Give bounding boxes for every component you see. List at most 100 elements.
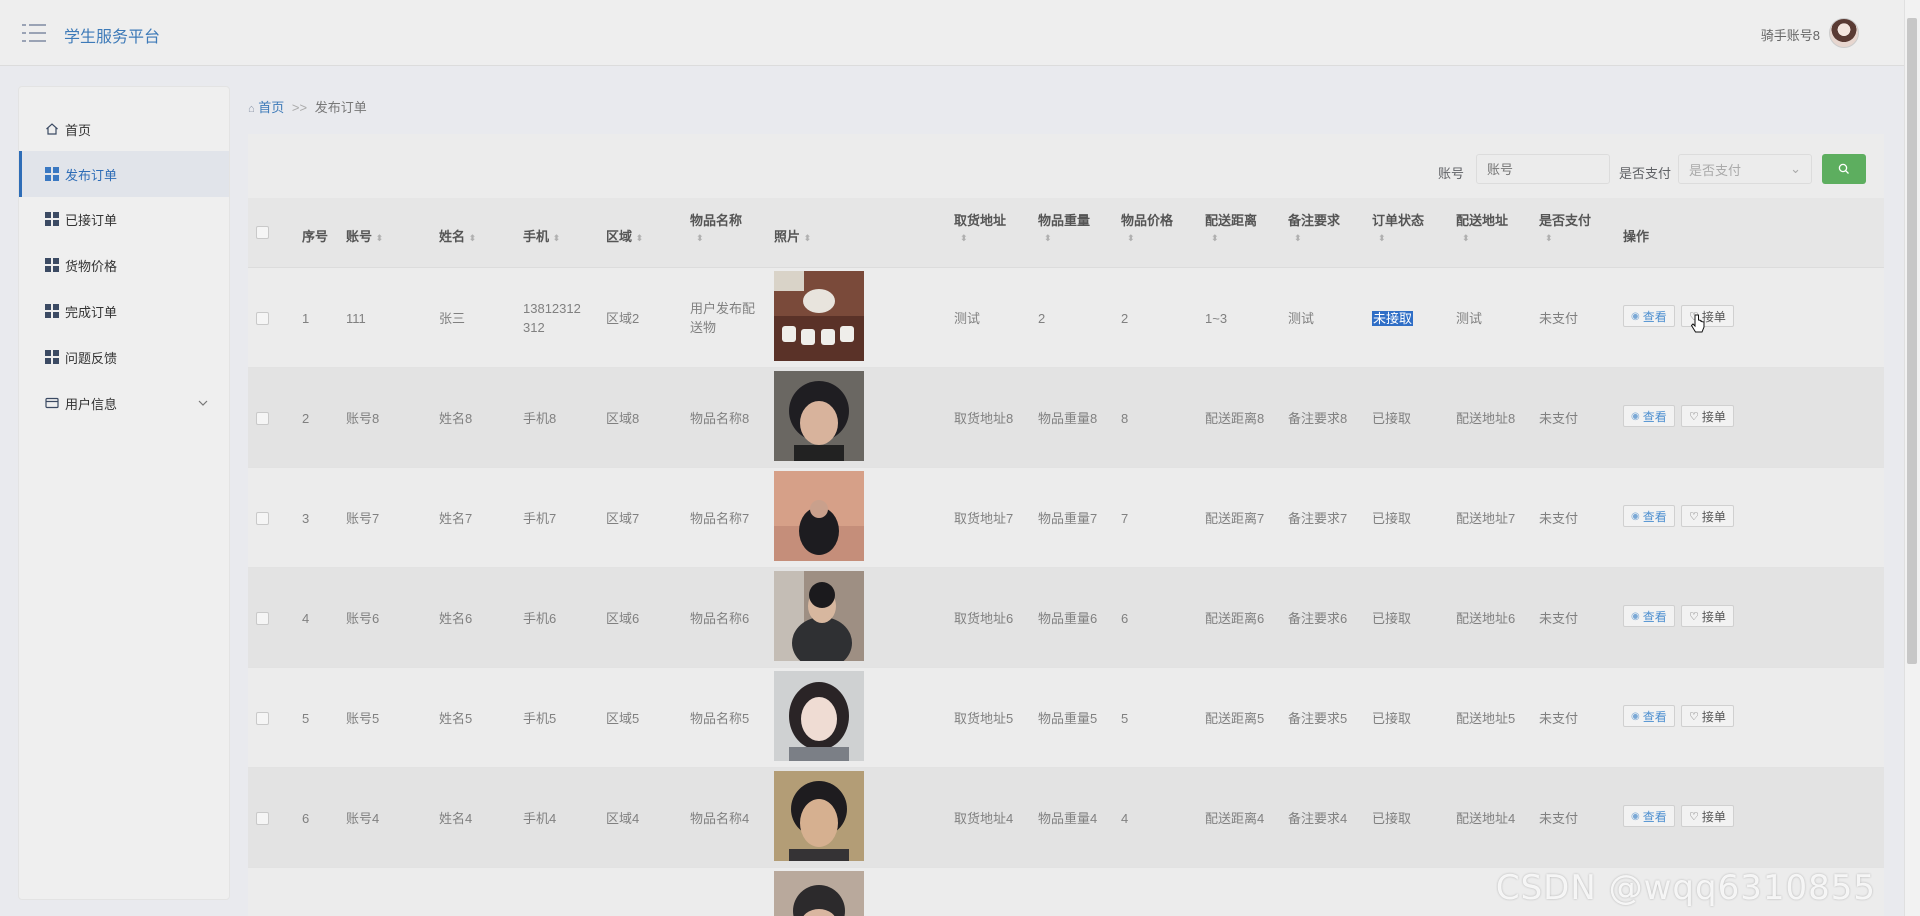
cell-pickup-address: 取货地址6 [954,611,1014,626]
paid-filter-select[interactable]: 是否支付 ⌄ [1678,154,1812,184]
cell-price: 5 [1121,711,1129,726]
sidebar-item-home[interactable]: 首页 [19,107,229,151]
take-order-button[interactable]: ♡ 接单 [1681,605,1734,627]
column-header-phone[interactable]: 手机 ⬍ [523,226,560,245]
table-row: 1 111 张三 13812312312 区域2 用户发布配送物 测试 2 2 1~3 测试 未接取测… [248,268,1884,368]
cell-name: 张三 [439,311,466,326]
column-header-region[interactable]: 区域 ⬍ [606,226,643,245]
cell-region: 区域8 [606,411,640,426]
item-photo[interactable] [774,271,864,361]
row-checkbox[interactable] [256,712,269,725]
column-header-name[interactable]: 姓名 ⬍ [439,226,476,245]
item-photo[interactable] [774,871,864,916]
column-header-address[interactable]: 配送地址 ⬍ [1456,210,1508,244]
sort-icon: ⬍ [1127,233,1135,243]
cell-index: 2 [302,411,310,426]
cell-remark: 备注要求8 [1288,411,1348,426]
cell-phone: 13812312312 [523,301,581,335]
sidebar-item-accepted-orders[interactable]: 已接订单 [19,197,229,241]
search-button[interactable] [1822,154,1866,184]
sidebar-item-publish-order[interactable]: 发布订单 [19,151,229,197]
sort-icon: ⬍ [803,233,812,243]
row-checkbox[interactable] [256,512,269,525]
column-header-pickup[interactable]: 取货地址 ⬍ [954,210,1006,244]
item-photo[interactable] [774,571,864,661]
cell-pickup-address: 取货地址5 [954,711,1014,726]
view-button[interactable]: ◉ 查看 [1623,405,1675,427]
cell-distance: 配送距离4 [1205,811,1265,826]
column-header-paid[interactable]: 是否支付 ⬍ [1539,210,1591,244]
select-all-checkbox[interactable] [256,226,269,239]
sidebar: 首页 发布订单 已接订单 货物价格 完成订单 问题反馈 用户信息 [18,86,230,900]
take-order-button[interactable]: ♡ 接单 [1681,705,1734,727]
sort-icon: ⬍ [1545,233,1553,243]
column-header-photo[interactable]: 照片 ⬍ [774,226,811,245]
item-photo[interactable] [774,771,864,861]
grid-icon [45,212,59,226]
cell-order-status: 已接取 [1372,509,1411,528]
take-order-button[interactable]: ♡ 接单 [1681,805,1734,827]
item-photo[interactable] [774,471,864,561]
take-order-button[interactable]: ♡ 接单 [1681,405,1734,427]
home-icon: ⌂ [248,103,255,115]
item-photo[interactable] [774,671,864,761]
page-scrollbar[interactable] [1904,0,1920,916]
user-name[interactable]: 骑手账号8 [1761,25,1820,44]
cell-account: 账号5 [346,711,380,726]
cell-item-name: 用户发布配送物 [690,301,756,335]
sort-icon: ⬍ [1044,233,1052,243]
grid-icon [45,258,59,272]
cell-phone: 手机4 [523,811,557,826]
column-header-distance[interactable]: 配送距离 ⬍ [1205,210,1257,244]
row-checkbox[interactable] [256,312,269,325]
cell-distance: 配送距离5 [1205,711,1265,726]
cell-index: 3 [302,511,310,526]
row-checkbox[interactable] [256,412,269,425]
view-button[interactable]: ◉ 查看 [1623,505,1675,527]
cell-price: 6 [1121,611,1129,626]
cell-price: 2 [1121,311,1129,326]
take-order-button[interactable]: ♡ 接单 [1681,305,1734,327]
item-photo[interactable] [774,371,864,461]
avatar[interactable] [1829,18,1859,48]
row-checkbox[interactable] [256,612,269,625]
sidebar-item-user-info[interactable]: 用户信息 [19,381,229,425]
column-header-price[interactable]: 物品价格 ⬍ [1121,210,1173,244]
sidebar-item-completed-orders[interactable]: 完成订单 [19,289,229,333]
sidebar-item-feedback[interactable]: 问题反馈 [19,335,229,379]
breadcrumb-home[interactable]: 首页 [258,100,284,115]
column-header-index: 序号 [302,229,329,244]
sidebar-item-goods-price[interactable]: 货物价格 [19,243,229,287]
watermark: CSDN @wqq6310855 [1495,868,1876,908]
heart-icon: ♡ [1689,410,1699,423]
take-order-button[interactable]: ♡ 接单 [1681,505,1734,527]
account-search-input[interactable] [1476,154,1610,184]
menu-toggle-icon[interactable] [22,22,46,44]
sidebar-item-label: 货物价格 [65,258,118,274]
view-button[interactable]: ◉ 查看 [1623,305,1675,327]
table-header: 序号 账号 ⬍ 姓名 ⬍ 手机 ⬍ 区域 ⬍ 物品名称 ⬍ 照片 ⬍ 取货地址 ⬍ … [248,198,1884,268]
cell-distance: 配送距离6 [1205,611,1265,626]
cell-phone: 手机5 [523,711,557,726]
row-checkbox[interactable] [256,812,269,825]
column-header-item[interactable]: 物品名称 ⬍ [690,210,742,244]
column-header-remark[interactable]: 备注要求 ⬍ [1288,210,1340,244]
chevron-down-icon [198,400,208,406]
table-row: 2 账号8 姓名8 手机8 区域8 物品名称8 取货地址8 物品重量8 8 配送距离8 备注要求8 已… [248,368,1884,468]
column-header-status[interactable]: 订单状态 ⬍ [1372,210,1424,244]
heart-icon: ♡ [1689,710,1699,723]
view-button[interactable]: ◉ 查看 [1623,805,1675,827]
cell-paid: 未支付 [1539,511,1579,526]
cell-price: 8 [1121,411,1129,426]
view-button[interactable]: ◉ 查看 [1623,605,1675,627]
view-button[interactable]: ◉ 查看 [1623,705,1675,727]
cell-weight: 物品重量5 [1038,711,1098,726]
column-header-weight[interactable]: 物品重量 ⬍ [1038,210,1090,244]
sort-icon: ⬍ [375,233,384,243]
cell-distance: 1~3 [1205,311,1228,326]
scroll-thumb[interactable] [1907,18,1917,664]
cell-remark: 备注要求7 [1288,511,1348,526]
column-header-account[interactable]: 账号 ⬍ [346,226,383,245]
cell-order-status: 已接取 [1372,409,1411,428]
cell-weight: 2 [1038,311,1046,326]
